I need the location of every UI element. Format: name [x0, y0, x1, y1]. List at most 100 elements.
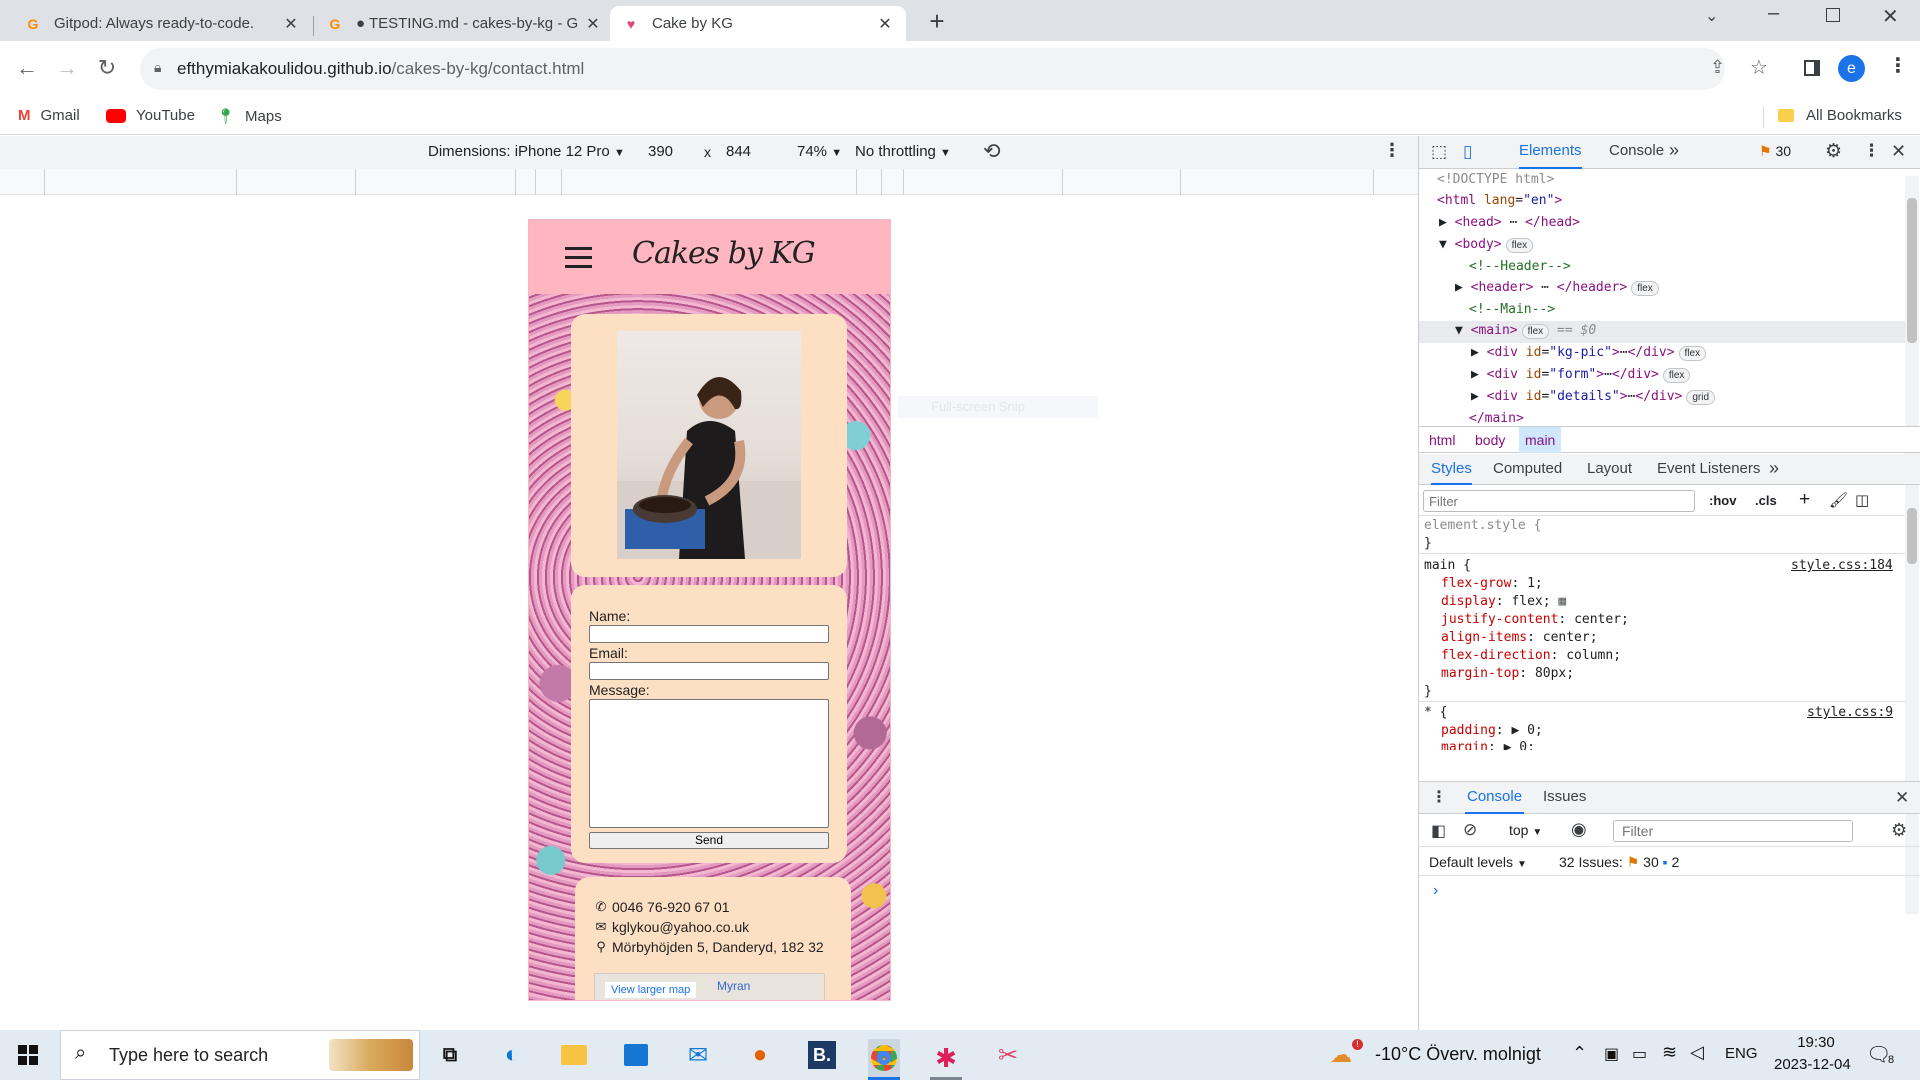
expand-arrow-icon[interactable]: ▶ [1439, 215, 1447, 230]
tab-console[interactable]: Console [1609, 136, 1664, 166]
message-textarea[interactable] [589, 699, 829, 828]
ellipsis-icon[interactable]: ⋯ [1541, 280, 1549, 295]
weather-icon[interactable]: ☁ [1330, 1042, 1352, 1068]
dom-div-form[interactable]: ▶ <div id="form">⋯</div> flex [1471, 367, 1691, 383]
devtools-menu-icon[interactable]: ⋮ [1863, 141, 1880, 161]
tab-event-listeners[interactable]: Event Listeners [1657, 454, 1760, 484]
rotate-icon[interactable]: ⟲ [983, 139, 1001, 164]
zoom-select[interactable]: 74% ▼ [797, 143, 842, 160]
microsoft-store-icon[interactable] [620, 1039, 652, 1071]
ellipsis-icon[interactable]: ⋯ [1620, 345, 1628, 360]
browser-tab-cake-by-kg[interactable]: ♥ Cake by KG ✕ [610, 6, 906, 41]
more-tabs-icon[interactable]: » [1669, 140, 1679, 161]
console-prompt[interactable]: › [1433, 882, 1438, 900]
flex-badge[interactable]: flex [1662, 368, 1691, 383]
close-devtools-icon[interactable]: ✕ [1891, 141, 1906, 162]
expand-arrow-icon[interactable]: ▶ [1471, 345, 1479, 360]
task-view-icon[interactable]: ⧉ [434, 1039, 466, 1071]
inspect-element-icon[interactable]: ⬚ [1431, 142, 1447, 162]
browser-tab-testing[interactable]: G ● TESTING.md - cakes-by-kg - G ✕ [314, 6, 614, 41]
collapse-arrow-icon[interactable]: ▼ [1439, 237, 1447, 252]
profile-avatar[interactable]: e [1838, 55, 1865, 82]
clear-console-icon[interactable]: ⊘ [1463, 820, 1477, 840]
share-icon[interactable]: ⇪ [1710, 57, 1725, 78]
all-bookmarks[interactable]: All Bookmarks [1778, 107, 1902, 124]
reload-icon[interactable]: ↻ [92, 53, 122, 83]
dom-div-details[interactable]: ▶ <div id="details">⋯</div> grid [1471, 389, 1716, 405]
close-window-icon[interactable]: ✕ [1882, 4, 1899, 29]
flex-badge[interactable]: flex [1505, 238, 1534, 253]
drawer-tab-console[interactable]: Console [1465, 782, 1525, 814]
dom-header[interactable]: ▶ <header> ⋯ </header> flex [1455, 280, 1659, 296]
flex-badge[interactable]: flex [1678, 346, 1707, 361]
main-selector[interactable]: main { [1424, 558, 1471, 573]
default-levels-select[interactable]: Default levels ▼ [1429, 854, 1527, 870]
back-arrow-icon[interactable]: ← [12, 53, 42, 83]
name-field[interactable] [589, 625, 829, 643]
dom-main-selected[interactable]: ▼ <main> flex == $0 [1419, 321, 1909, 343]
hov-toggle[interactable]: :hov [1709, 493, 1736, 508]
flex-badge[interactable]: flex [1631, 281, 1659, 296]
new-tab-icon[interactable]: + [922, 6, 952, 36]
device-dimensions-select[interactable]: Dimensions: iPhone 12 Pro ▼ [428, 143, 625, 160]
mail-icon[interactable]: ✉ [682, 1039, 714, 1071]
chrome-icon[interactable] [868, 1039, 900, 1080]
bookmark-gmail[interactable]: M Gmail [18, 107, 80, 124]
site-brand[interactable]: Cakes by KG [632, 236, 816, 271]
breadcrumb-body[interactable]: body [1475, 432, 1505, 448]
console-sidebar-icon[interactable]: ◧ [1431, 821, 1446, 841]
battery-icon[interactable]: ▭ [1632, 1044, 1647, 1064]
close-tab-icon[interactable]: ✕ [282, 14, 300, 34]
expand-arrow-icon[interactable]: ▶ [1471, 389, 1479, 404]
css-declaration[interactable]: padding: ▶ 0; [1441, 723, 1543, 738]
new-rule-icon[interactable]: + [1799, 489, 1810, 511]
console-filter-input[interactable] [1613, 820, 1853, 842]
grid-badge[interactable]: grid [1686, 390, 1716, 405]
expand-arrow-icon[interactable]: ▶ [1455, 280, 1463, 295]
chrome-menu-icon[interactable]: ⋮ [1888, 53, 1908, 78]
context-select[interactable]: top ▼ [1509, 822, 1542, 838]
bitwarden-icon[interactable]: B. [806, 1039, 838, 1071]
star-bookmark-icon[interactable]: ☆ [1750, 55, 1768, 80]
dom-div-kg-pic[interactable]: ▶ <div id="kg-pic">⋯</div> flex [1471, 345, 1707, 361]
star-rule-source[interactable]: style.css:9 [1807, 705, 1893, 720]
close-tab-icon[interactable]: ✕ [876, 14, 894, 34]
expand-arrow-icon[interactable]: ▶ [1471, 367, 1479, 382]
side-panel-icon[interactable] [1804, 60, 1820, 76]
sidebar-toggle-icon[interactable]: ◫ [1855, 491, 1869, 509]
warning-badge[interactable]: ⚑ 30 [1759, 143, 1791, 160]
slack-icon[interactable]: ✱ [930, 1039, 962, 1080]
view-larger-map-link[interactable]: View larger map [605, 982, 697, 998]
console-settings-icon[interactable]: ⚙ [1891, 820, 1907, 841]
language-indicator[interactable]: ENG [1725, 1045, 1758, 1062]
breadcrumb-main[interactable]: main [1519, 427, 1562, 453]
volume-icon[interactable]: ◁ [1690, 1042, 1704, 1063]
file-explorer-icon[interactable] [558, 1039, 590, 1071]
ellipsis-icon[interactable]: ⋯ [1509, 215, 1517, 230]
height-input[interactable]: 844 [726, 143, 751, 160]
embedded-map[interactable]: View larger map Myran [594, 973, 825, 1000]
ellipsis-icon[interactable]: ⋯ [1604, 367, 1612, 382]
issues-summary[interactable]: 32 Issues: ⚑ 30 ▪ 2 [1559, 854, 1679, 871]
tab-elements[interactable]: Elements [1519, 136, 1582, 169]
close-tab-icon[interactable]: ✕ [584, 14, 602, 34]
paint-brush-icon[interactable]: 🖌︎ [1829, 491, 1848, 509]
taskbar-search-box[interactable]: ⌕ Type here to search [60, 1030, 420, 1080]
clock-date[interactable]: 2023-12-04 [1774, 1056, 1851, 1073]
bookmark-youtube[interactable]: YouTube [106, 107, 195, 124]
snipping-tool-icon[interactable]: ✂ [992, 1039, 1024, 1071]
tab-search-icon[interactable]: ⌄ [1705, 6, 1718, 26]
css-declaration[interactable]: justify-content: center; [1441, 612, 1629, 627]
firefox-icon[interactable]: ● [744, 1039, 776, 1071]
settings-gear-icon[interactable]: ⚙ [1825, 140, 1842, 163]
tray-overflow-icon[interactable]: ⌃ [1572, 1043, 1587, 1064]
weather-text[interactable]: -10°C Överv. molnigt [1375, 1044, 1541, 1065]
more-options-icon[interactable]: ⋮ [1383, 140, 1401, 161]
tab-computed[interactable]: Computed [1493, 454, 1562, 484]
meet-now-icon[interactable]: ▣ [1604, 1044, 1619, 1064]
element-style-selector[interactable]: element.style { [1424, 518, 1541, 533]
styles-filter-input[interactable] [1423, 490, 1695, 512]
send-button[interactable]: Send [589, 832, 829, 849]
star-selector[interactable]: * { [1424, 705, 1447, 720]
css-declaration[interactable]: margin-top: 80px; [1441, 666, 1574, 681]
